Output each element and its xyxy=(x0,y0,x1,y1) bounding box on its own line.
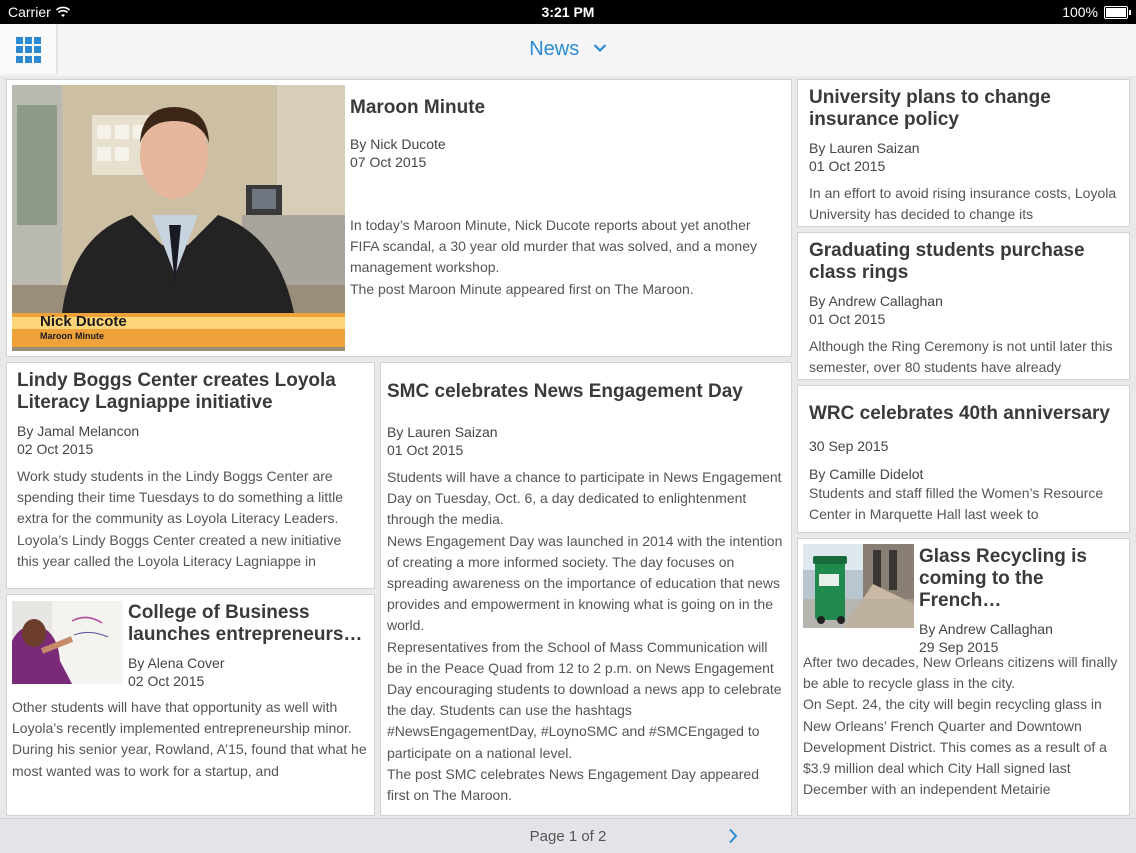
section-selector[interactable]: News xyxy=(0,38,1136,61)
article-title: Graduating students purchase class rings xyxy=(809,240,1085,283)
article-author: By Camille Didelot xyxy=(809,466,924,482)
article-date: 01 Oct 2015 xyxy=(809,311,886,327)
clock: 3:21 PM xyxy=(541,4,595,20)
article-title: University plans to change insurance pol… xyxy=(809,87,1051,130)
article-author: By Nick Ducote xyxy=(350,136,446,152)
article-image xyxy=(803,544,914,628)
article-card-maroon-minute[interactable]: Nick Ducote Maroon Minute Maroon Minute … xyxy=(6,79,792,357)
image-caption-show: Maroon Minute xyxy=(40,331,104,341)
article-excerpt: Students will have a chance to participa… xyxy=(387,469,783,804)
article-excerpt: Although the Ring Ceremony is not until … xyxy=(809,338,1113,376)
article-card-class-rings[interactable]: Graduating students purchase class rings… xyxy=(797,232,1130,380)
article-excerpt: Work study students in the Lindy Boggs C… xyxy=(17,468,344,569)
article-author: By Andrew Callaghan xyxy=(809,293,943,309)
article-title: Lindy Boggs Center creates Loyola Litera… xyxy=(17,370,336,413)
article-excerpt: Students and staff filled the Women’s Re… xyxy=(809,485,1104,523)
battery-percent: 100% xyxy=(1062,4,1098,20)
article-author: By Andrew Callaghan xyxy=(919,621,1053,637)
article-title: Maroon Minute xyxy=(350,97,486,118)
page-indicator: Page 1 of 2 xyxy=(529,828,607,845)
article-date: 07 Oct 2015 xyxy=(350,154,427,170)
article-card-insurance[interactable]: University plans to change insurance pol… xyxy=(797,79,1130,227)
article-date: 02 Oct 2015 xyxy=(17,441,94,457)
article-excerpt: Other students will have that opportunit… xyxy=(12,699,367,779)
article-author: By Jamal Melancon xyxy=(17,423,140,439)
article-card-news-engagement-day[interactable]: SMC celebrates News Engagement Day By La… xyxy=(380,362,792,816)
battery-icon xyxy=(1104,6,1131,19)
pagination-bar: Page 1 of 2 xyxy=(0,818,1136,853)
article-date: 01 Oct 2015 xyxy=(809,158,886,174)
chevron-down-icon xyxy=(593,36,607,59)
status-bar: Carrier 3:21 PM 100% xyxy=(0,0,1136,24)
article-title: SMC celebrates News Engagement Day xyxy=(387,381,743,402)
article-excerpt: In an effort to avoid rising insurance c… xyxy=(809,185,1117,223)
article-image: Nick Ducote Maroon Minute xyxy=(12,85,345,351)
article-date: 30 Sep 2015 xyxy=(809,438,889,454)
article-author: By Lauren Saizan xyxy=(809,140,920,156)
article-card-wrc-anniversary[interactable]: WRC celebrates 40th anniversary 30 Sep 2… xyxy=(797,385,1130,533)
article-title: WRC celebrates 40th anniversary xyxy=(809,403,1110,424)
chevron-right-icon[interactable] xyxy=(728,828,738,849)
article-excerpt: In today’s Maroon Minute, Nick Ducote re… xyxy=(350,217,757,297)
article-title: College of Business launches entrepreneu… xyxy=(128,602,363,645)
article-excerpt: After two decades, New Orleans citizens … xyxy=(803,654,1118,798)
article-date: 02 Oct 2015 xyxy=(128,673,205,689)
article-image xyxy=(12,601,123,684)
article-title: Glass Recycling is coming to the French… xyxy=(919,546,1087,611)
article-card-glass-recycling[interactable]: Glass Recycling is coming to the French…… xyxy=(797,538,1130,816)
article-card-lindy-boggs[interactable]: Lindy Boggs Center creates Loyola Litera… xyxy=(6,362,375,589)
article-card-college-of-business[interactable]: College of Business launches entrepreneu… xyxy=(6,594,375,816)
nav-bar: News xyxy=(0,24,1136,76)
article-date: 01 Oct 2015 xyxy=(387,442,464,458)
nav-title: News xyxy=(529,38,580,60)
article-author: By Lauren Saizan xyxy=(387,424,498,440)
image-caption-name: Nick Ducote xyxy=(40,313,127,330)
article-author: By Alena Cover xyxy=(128,655,225,671)
